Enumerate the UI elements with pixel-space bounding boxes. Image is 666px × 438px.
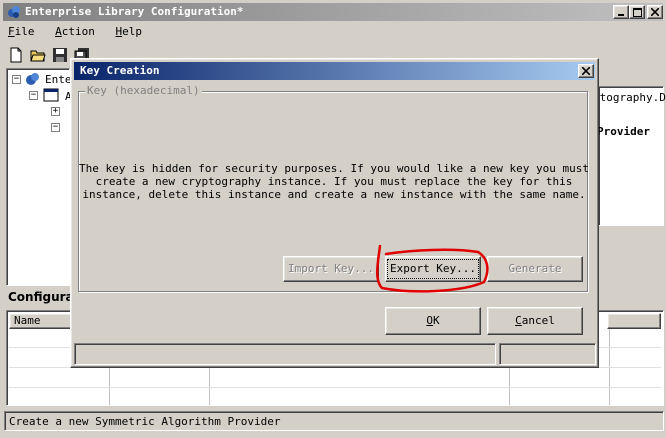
minimize-button[interactable] [613, 5, 629, 19]
tree-pane: − Ente − A + − [6, 68, 72, 286]
main-titlebar: Enterprise Library Configuration* [3, 3, 663, 21]
annotation-highlight [376, 244, 489, 293]
status-text: Create a new Symmetric Algorithm Provide… [9, 415, 281, 428]
menu-action[interactable]: Action [55, 25, 95, 38]
menu-bar: File Action Help [8, 25, 156, 41]
menu-file[interactable]: File [8, 25, 35, 38]
new-file-icon[interactable] [8, 47, 24, 66]
dialog-status-left [74, 343, 496, 365]
table-row-line-3 [9, 387, 661, 388]
menu-help[interactable]: Help [116, 25, 143, 38]
app-icon [7, 5, 21, 19]
cancel-button[interactable]: Cancel [487, 307, 583, 335]
dialog-title: Key Creation [80, 64, 160, 77]
dialog-status-right [499, 343, 596, 365]
close-icon [651, 8, 659, 16]
maximize-icon [632, 7, 642, 17]
dialog-titlebar: Key Creation [74, 62, 595, 80]
key-creation-dialog: Key Creation Key (hexadecimal) The key i… [70, 58, 599, 368]
status-bar: Create a new Symmetric Algorithm Provide… [4, 411, 664, 431]
info-message: The key is hidden for security purposes.… [79, 162, 589, 201]
key-groupbox: Key (hexadecimal) The key is hidden for … [78, 84, 589, 292]
close-button[interactable] [647, 5, 663, 19]
provider-label: Provider [597, 125, 650, 138]
tree-expander-child[interactable]: − [29, 91, 38, 100]
dialog-close-button[interactable] [578, 64, 594, 78]
app-node-icon [43, 88, 59, 105]
close-icon [582, 67, 590, 75]
save-icon[interactable] [52, 47, 68, 66]
config-root-icon [25, 71, 41, 90]
key-group-label: Key (hexadecimal) [85, 84, 202, 97]
info-message-line-2: create a new cryptography instance. If y… [95, 175, 573, 188]
column-name: Name [14, 314, 41, 327]
generate-button[interactable]: Generate [487, 256, 583, 282]
tree-root-label[interactable]: Ente [45, 73, 72, 86]
tree-expander-root[interactable]: − [12, 75, 21, 84]
tree-expander-minus[interactable]: − [51, 123, 60, 132]
minimize-icon [618, 14, 624, 16]
open-folder-icon[interactable] [30, 47, 46, 66]
table-header-filler [607, 313, 661, 329]
right-pane-header: ptography.D [593, 91, 666, 104]
maximize-button[interactable] [629, 5, 645, 19]
right-pane: ptography.D Provider [593, 86, 666, 226]
import-key-button[interactable]: Import Key... [283, 256, 379, 282]
ok-button[interactable]: OK [385, 307, 481, 335]
info-message-line-3: instance, delete this instance and creat… [82, 188, 586, 201]
info-message-line-1: The key is hidden for security purposes.… [79, 162, 589, 175]
window-title: Enterprise Library Configuration* [25, 5, 244, 18]
tree-expander-plus[interactable]: + [51, 107, 60, 116]
